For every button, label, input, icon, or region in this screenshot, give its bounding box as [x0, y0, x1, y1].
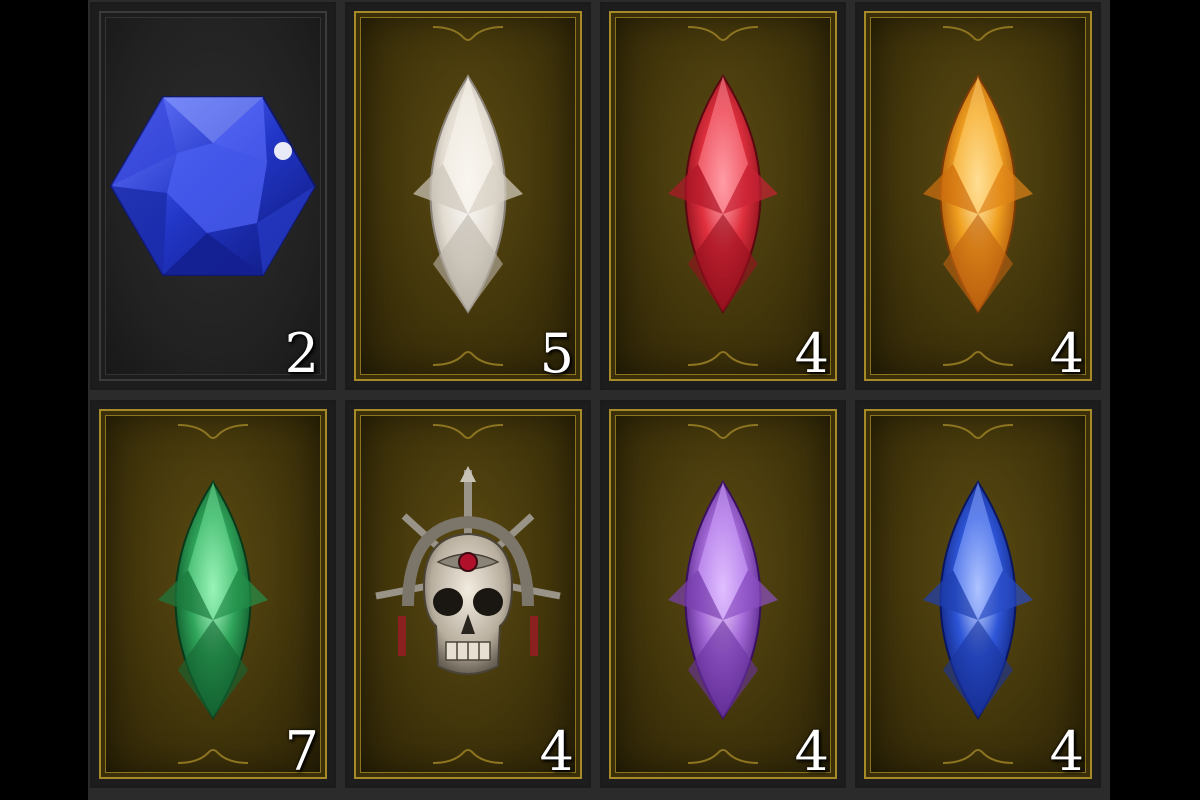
emerald-marquise-gem-icon: [148, 479, 278, 724]
item-count: 5: [539, 322, 574, 385]
inventory-slot-sapphire[interactable]: 2: [90, 2, 336, 390]
inventory-slot-skull[interactable]: 4: [345, 400, 591, 788]
amethyst-marquise-gem-icon: [658, 479, 788, 724]
inventory-grid: 2 5 4 4 7 4 4 4: [88, 0, 1110, 800]
item-count: 4: [794, 322, 829, 385]
inventory-slot-ruby[interactable]: 4: [600, 2, 846, 390]
item-count: 4: [794, 720, 829, 783]
item-count: 7: [284, 720, 319, 783]
inventory-slot-amethyst[interactable]: 4: [600, 400, 846, 788]
ruby-marquise-gem-icon: [658, 74, 788, 318]
sapphire-hexagon-gem-icon: [107, 93, 319, 283]
inventory-slot-diamond[interactable]: 5: [345, 2, 591, 390]
sapphire-marquise-gem-icon: [913, 479, 1043, 724]
topaz-marquise-gem-icon: [913, 74, 1043, 318]
item-count: 4: [1049, 720, 1084, 783]
diamond-marquise-gem-icon: [403, 74, 533, 318]
item-count: 2: [284, 322, 319, 385]
skull-crowned-gem-icon: [368, 466, 568, 714]
inventory-slot-sapphire-marquise[interactable]: 4: [855, 400, 1101, 788]
item-count: 4: [539, 720, 574, 783]
inventory-slot-emerald[interactable]: 7: [90, 400, 336, 788]
item-count: 4: [1049, 322, 1084, 385]
inventory-slot-topaz[interactable]: 4: [855, 2, 1101, 390]
